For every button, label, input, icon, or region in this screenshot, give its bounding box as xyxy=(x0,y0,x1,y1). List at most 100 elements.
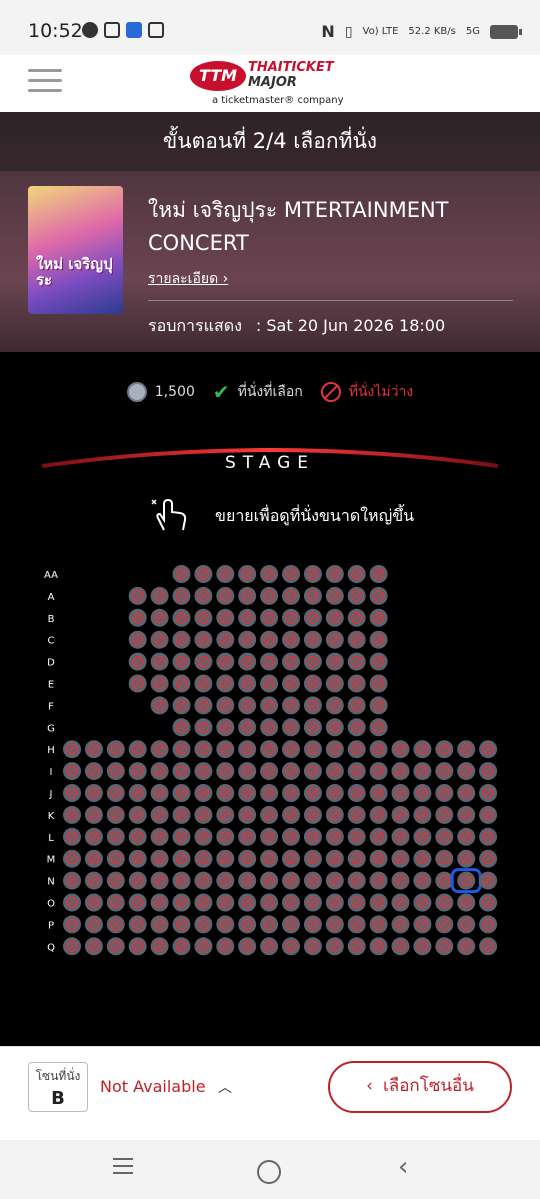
seat[interactable] xyxy=(84,871,103,890)
seat[interactable] xyxy=(106,849,125,868)
seat[interactable] xyxy=(479,915,498,934)
seat[interactable] xyxy=(128,937,147,956)
seat[interactable] xyxy=(303,827,322,846)
seat[interactable] xyxy=(106,762,125,781)
seat[interactable] xyxy=(128,762,147,781)
seat[interactable] xyxy=(479,762,498,781)
seat[interactable] xyxy=(106,784,125,802)
seat[interactable] xyxy=(303,674,322,693)
seat[interactable] xyxy=(172,652,191,671)
seat[interactable] xyxy=(303,586,322,605)
seat[interactable] xyxy=(479,893,498,912)
seat[interactable] xyxy=(282,893,300,912)
seat[interactable] xyxy=(194,674,213,693)
seat[interactable] xyxy=(63,871,81,890)
seat[interactable] xyxy=(216,915,235,934)
recent-apps-icon[interactable] xyxy=(113,1158,143,1182)
seat[interactable] xyxy=(282,652,300,671)
seat[interactable] xyxy=(282,849,300,868)
seat[interactable] xyxy=(457,805,476,824)
seat[interactable] xyxy=(150,805,169,824)
seat[interactable] xyxy=(325,674,344,693)
seat[interactable] xyxy=(369,740,388,759)
seat[interactable] xyxy=(325,893,344,912)
seat[interactable] xyxy=(238,915,257,934)
seat[interactable] xyxy=(238,674,257,693)
seat[interactable] xyxy=(63,762,81,781)
seat[interactable] xyxy=(63,893,81,912)
seat[interactable] xyxy=(63,827,81,846)
seat[interactable] xyxy=(347,652,366,671)
seat[interactable] xyxy=(172,893,191,912)
seat[interactable] xyxy=(238,565,257,583)
seat[interactable] xyxy=(128,784,147,802)
seat[interactable] xyxy=(172,608,191,627)
seat[interactable] xyxy=(238,718,257,737)
seat[interactable] xyxy=(194,696,213,715)
seat[interactable] xyxy=(216,696,235,715)
seat[interactable] xyxy=(172,762,191,781)
seat[interactable] xyxy=(238,871,257,890)
seat[interactable] xyxy=(303,805,322,824)
seat[interactable] xyxy=(369,937,388,956)
seat[interactable] xyxy=(369,849,388,868)
seat[interactable] xyxy=(150,762,169,781)
seat[interactable] xyxy=(172,871,191,890)
seat[interactable] xyxy=(84,762,103,781)
seat[interactable] xyxy=(84,805,103,824)
seat[interactable] xyxy=(106,893,125,912)
seat[interactable] xyxy=(413,915,432,934)
seat[interactable] xyxy=(303,652,322,671)
seat[interactable] xyxy=(238,608,257,627)
seat[interactable] xyxy=(128,849,147,868)
seat[interactable] xyxy=(216,740,235,759)
seat[interactable] xyxy=(369,762,388,781)
seat[interactable] xyxy=(282,937,300,956)
seat[interactable] xyxy=(106,915,125,934)
seat[interactable] xyxy=(216,674,235,693)
seat[interactable] xyxy=(303,630,322,649)
seat[interactable] xyxy=(238,630,257,649)
seat[interactable] xyxy=(216,784,235,802)
seat[interactable] xyxy=(413,805,432,824)
seat[interactable] xyxy=(260,674,279,693)
seat[interactable] xyxy=(435,740,454,759)
menu-icon[interactable] xyxy=(28,69,62,95)
seat[interactable] xyxy=(282,871,300,890)
seat[interactable] xyxy=(128,586,147,605)
seat[interactable] xyxy=(413,740,432,759)
seat[interactable] xyxy=(369,784,388,802)
seat[interactable] xyxy=(303,565,322,583)
seat[interactable] xyxy=(172,674,191,693)
seat[interactable] xyxy=(172,565,191,583)
seat[interactable] xyxy=(369,871,388,890)
seat[interactable] xyxy=(260,586,279,605)
seat[interactable] xyxy=(84,740,103,759)
seat[interactable] xyxy=(63,849,81,868)
seat[interactable] xyxy=(128,827,147,846)
seat[interactable] xyxy=(150,871,169,890)
seat[interactable] xyxy=(216,718,235,737)
seat[interactable] xyxy=(413,893,432,912)
seat[interactable] xyxy=(391,784,410,802)
seat[interactable] xyxy=(282,784,300,802)
seat[interactable] xyxy=(369,586,388,605)
seat[interactable] xyxy=(282,740,300,759)
seat[interactable] xyxy=(347,696,366,715)
seat[interactable] xyxy=(457,784,476,802)
seat[interactable] xyxy=(413,784,432,802)
seat[interactable] xyxy=(303,893,322,912)
seat[interactable] xyxy=(391,915,410,934)
seat[interactable] xyxy=(413,871,432,890)
seat[interactable] xyxy=(369,630,388,649)
seat[interactable] xyxy=(282,762,300,781)
seat[interactable] xyxy=(172,586,191,605)
seat[interactable] xyxy=(435,893,454,912)
seat[interactable] xyxy=(282,630,300,649)
seat[interactable] xyxy=(303,762,322,781)
seat[interactable] xyxy=(260,762,279,781)
seat[interactable] xyxy=(282,718,300,737)
seat[interactable] xyxy=(303,696,322,715)
seat[interactable] xyxy=(479,937,498,956)
seat[interactable] xyxy=(369,805,388,824)
